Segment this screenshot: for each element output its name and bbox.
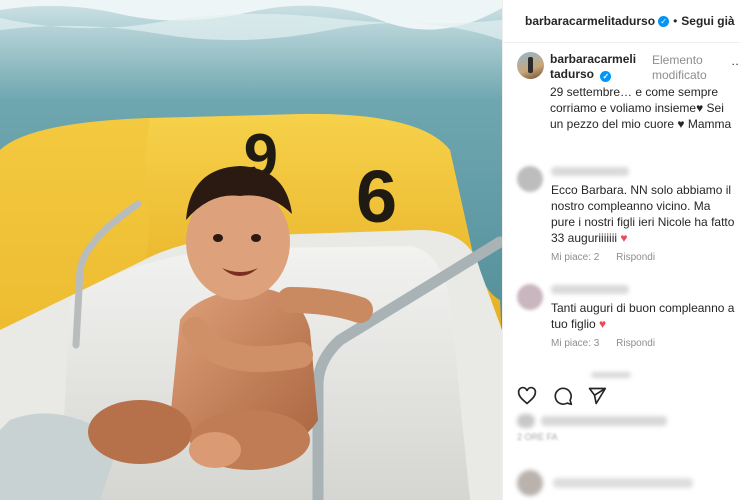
caption-username[interactable]: barbaracarmelitadurso ✓ <box>550 52 640 82</box>
comment-meta: Mi piace: 3 Rispondi <box>551 338 669 349</box>
post-timestamp: 2 ORE FA <box>517 432 558 442</box>
boat-number-right: 6 <box>356 155 397 238</box>
heart-icon[interactable] <box>517 386 537 406</box>
follow-button[interactable]: Segui già <box>681 14 734 28</box>
more-icon[interactable]: … <box>731 54 740 68</box>
comment-text-body: Ecco Barbara. NN solo abbiamo il nostro … <box>551 183 735 245</box>
post-header: barbaracarmelitadurso ✓ • Segui già <box>503 0 740 43</box>
comment-emoji: ♥ <box>620 231 628 245</box>
comment-emoji: ♥ <box>599 317 607 331</box>
reply-button[interactable]: Rispondi <box>616 338 655 349</box>
share-icon[interactable] <box>587 386 607 406</box>
author-avatar[interactable] <box>517 52 544 79</box>
verified-badge-icon: ✓ <box>658 15 670 27</box>
post-actions <box>517 386 737 408</box>
caption-heart-2: ♥ <box>677 117 685 131</box>
header-username[interactable]: barbaracarmelitadurso <box>525 14 655 28</box>
comment-avatar[interactable] <box>517 284 543 310</box>
post-photo[interactable]: 6 6 <box>0 0 502 500</box>
post-photo-image: 6 6 <box>0 0 502 500</box>
blurred-text <box>591 372 631 378</box>
comment-icon[interactable] <box>553 386 573 406</box>
comment-text: Ecco Barbara. NN solo abbiamo il nostro … <box>551 182 735 246</box>
comment-item: Ecco Barbara. NN solo abbiamo il nostro … <box>517 166 739 266</box>
add-comment-input-blurred[interactable] <box>553 478 693 488</box>
caption-username-text[interactable]: barbaracarmelitadurso <box>550 52 636 81</box>
comment-likes[interactable]: Mi piace: 2 <box>551 252 599 263</box>
caption-text-end: Mamma <box>684 117 732 131</box>
comment-likes[interactable]: Mi piace: 3 <box>551 338 599 349</box>
reply-button[interactable]: Rispondi <box>616 252 655 263</box>
header-dot: • <box>673 14 678 28</box>
comment-username-blurred[interactable] <box>551 167 629 176</box>
likes-summary-blurred <box>541 416 667 426</box>
comment-text-body: Tanti auguri di buon compleanno a tuo fi… <box>551 301 735 331</box>
comment-meta: Mi piace: 2 Rispondi <box>551 252 669 263</box>
caption-text-main: 29 settembre… e come sempre corriamo e v… <box>550 85 719 115</box>
comment-avatar[interactable] <box>517 166 543 192</box>
caption-verified-badge-icon: ✓ <box>600 71 612 82</box>
likers-avatar-blurred <box>517 414 535 428</box>
edited-label: Elemento modificato <box>652 53 707 82</box>
comment-username-blurred[interactable] <box>551 285 629 294</box>
add-comment-avatar <box>517 470 543 496</box>
comment-text: Tanti auguri di buon compleanno a tuo fi… <box>551 300 735 332</box>
comment-item: Tanti auguri di buon compleanno a tuo fi… <box>517 284 739 354</box>
post-side-panel: barbaracarmelitadurso ✓ • Segui già barb… <box>502 0 740 500</box>
caption-text: 29 settembre… e come sempre corriamo e v… <box>550 84 740 132</box>
